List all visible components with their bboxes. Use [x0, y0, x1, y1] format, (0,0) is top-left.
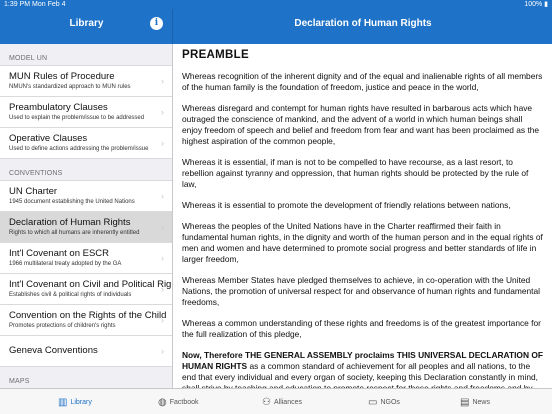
preamble-paragraph: Whereas the peoples of the United Nation… — [182, 221, 543, 264]
proclamation-paragraph: Now, Therefore THE GENERAL ASSEMBLY proc… — [182, 350, 544, 388]
section-header-model-un: MODEL UN — [9, 55, 48, 62]
sidebar-item-title: Convention on the Rights of the Child — [9, 310, 167, 321]
tab-label: Alliances — [273, 398, 302, 406]
library-title: Library — [69, 18, 104, 29]
sidebar-item-title: Geneva Conventions — [9, 345, 98, 356]
detail-title: Declaration of Human Rights — [294, 18, 432, 29]
chevron-right-icon: › — [161, 107, 164, 117]
declaration-content[interactable]: PREAMBLE Whereas recognition of the inhe… — [174, 44, 552, 388]
sidebar-item-subtitle: Promotes protections of children's right… — [9, 323, 116, 329]
sidebar-item-civil-political[interactable]: Int'l Covenant on Civil and Political Ri… — [0, 274, 172, 305]
globe-icon: ◍ — [158, 396, 167, 408]
sidebar-item-rights-child[interactable]: Convention on the Rights of the Child Pr… — [0, 305, 172, 336]
sidebar-item-subtitle: Establishes civil & political rights of … — [9, 292, 132, 298]
preamble-heading: PREAMBLE — [182, 49, 249, 61]
sidebar-item-title: Operative Clauses — [9, 133, 88, 144]
chevron-right-icon: › — [161, 191, 164, 201]
sidebar-item-title: Preambulatory Clauses — [9, 102, 108, 113]
sidebar-item-operative[interactable]: Operative Clauses Used to define actions… — [0, 128, 172, 159]
top-bar: 1:39 PM Mon Feb 4 100% ▮ Library i Decla… — [0, 0, 552, 44]
sidebar-item-subtitle: 1966 multilateral treaty adopted by the … — [9, 261, 122, 267]
sidebar-item-subtitle: Rights to which all humans are inherentl… — [9, 230, 140, 236]
section-header-maps: MAPS — [9, 378, 30, 385]
chevron-right-icon: › — [161, 284, 164, 294]
preamble-paragraph: Whereas disregard and contempt for human… — [182, 103, 540, 146]
info-icon[interactable]: i — [150, 17, 163, 30]
chevron-right-icon: › — [161, 253, 164, 263]
tab-alliances[interactable]: ⚇ Alliances — [262, 393, 302, 411]
tab-label: Library — [70, 398, 92, 406]
preamble-paragraph: Whereas Member States have pledged thems… — [182, 275, 541, 307]
status-bar: 1:39 PM Mon Feb 4 100% ▮ — [0, 0, 552, 9]
section-header-conventions: CONVENTIONS — [9, 170, 63, 177]
chevron-right-icon: › — [161, 76, 164, 86]
preamble-paragraph: Whereas recognition of the inherent dign… — [182, 71, 543, 92]
sidebar-item-declaration[interactable]: Declaration of Human Rights Rights to wh… — [0, 212, 172, 243]
sidebar-item-mun-rules[interactable]: MUN Rules of Procedure NMUN's standardiz… — [0, 66, 172, 97]
chevron-right-icon: › — [161, 346, 164, 356]
sidebar: MODEL UN MUN Rules of Procedure NMUN's s… — [0, 44, 173, 388]
status-battery: 100% ▮ — [524, 1, 548, 8]
tab-factbook[interactable]: ◍ Factbook — [158, 393, 199, 411]
ngo-icon: ▭ — [368, 396, 378, 408]
sidebar-item-un-charter[interactable]: UN Charter 1945 document establishing th… — [0, 181, 172, 212]
library-icon: ▥ — [58, 396, 68, 408]
chevron-right-icon: › — [161, 315, 164, 325]
chevron-right-icon: › — [161, 222, 164, 232]
sidebar-item-subtitle: Used to define actions addressing the pr… — [9, 146, 149, 152]
tab-bar: ▥ Library ◍ Factbook ⚇ Alliances ▭ NGOs … — [0, 388, 552, 414]
sidebar-item-title: Declaration of Human Rights — [9, 217, 131, 228]
detail-nav-bar: Declaration of Human Rights — [174, 9, 552, 44]
tab-library[interactable]: ▥ Library — [58, 393, 92, 411]
preamble-paragraph: Whereas a common understanding of these … — [182, 318, 541, 339]
sidebar-item-title: UN Charter — [9, 186, 58, 197]
sidebar-item-title: MUN Rules of Procedure — [9, 71, 115, 82]
sidebar-item-subtitle: Used to explain the problem/issue to be … — [9, 115, 145, 121]
library-nav-bar: Library i — [0, 9, 173, 44]
alliances-icon: ⚇ — [262, 396, 271, 408]
tab-ngos[interactable]: ▭ NGOs — [368, 393, 400, 411]
sidebar-item-preambulatory[interactable]: Preambulatory Clauses Used to explain th… — [0, 97, 172, 128]
tab-news[interactable]: ▤ News — [460, 393, 490, 411]
preamble-paragraph: Whereas it is essential to promote the d… — [182, 200, 511, 210]
sidebar-item-subtitle: 1945 document establishing the United Na… — [9, 199, 135, 205]
sidebar-item-title: Int'l Covenant on ESCR — [9, 248, 110, 259]
tab-label: News — [472, 398, 490, 406]
sidebar-item-subtitle: NMUN's standardized approach to MUN rule… — [9, 84, 131, 90]
tab-label: NGOs — [380, 398, 400, 406]
news-icon: ▤ — [460, 396, 470, 408]
sidebar-item-escr[interactable]: Int'l Covenant on ESCR 1966 multilateral… — [0, 243, 172, 274]
preamble-paragraph: Whereas it is essential, if man is not t… — [182, 157, 529, 189]
sidebar-item-geneva[interactable]: Geneva Conventions › — [0, 336, 172, 367]
sidebar-item-title: Int'l Covenant on Civil and Political Ri… — [9, 279, 173, 290]
chevron-right-icon: › — [161, 138, 164, 148]
tab-label: Factbook — [169, 398, 199, 406]
status-time: 1:39 PM Mon Feb 4 — [4, 1, 66, 8]
